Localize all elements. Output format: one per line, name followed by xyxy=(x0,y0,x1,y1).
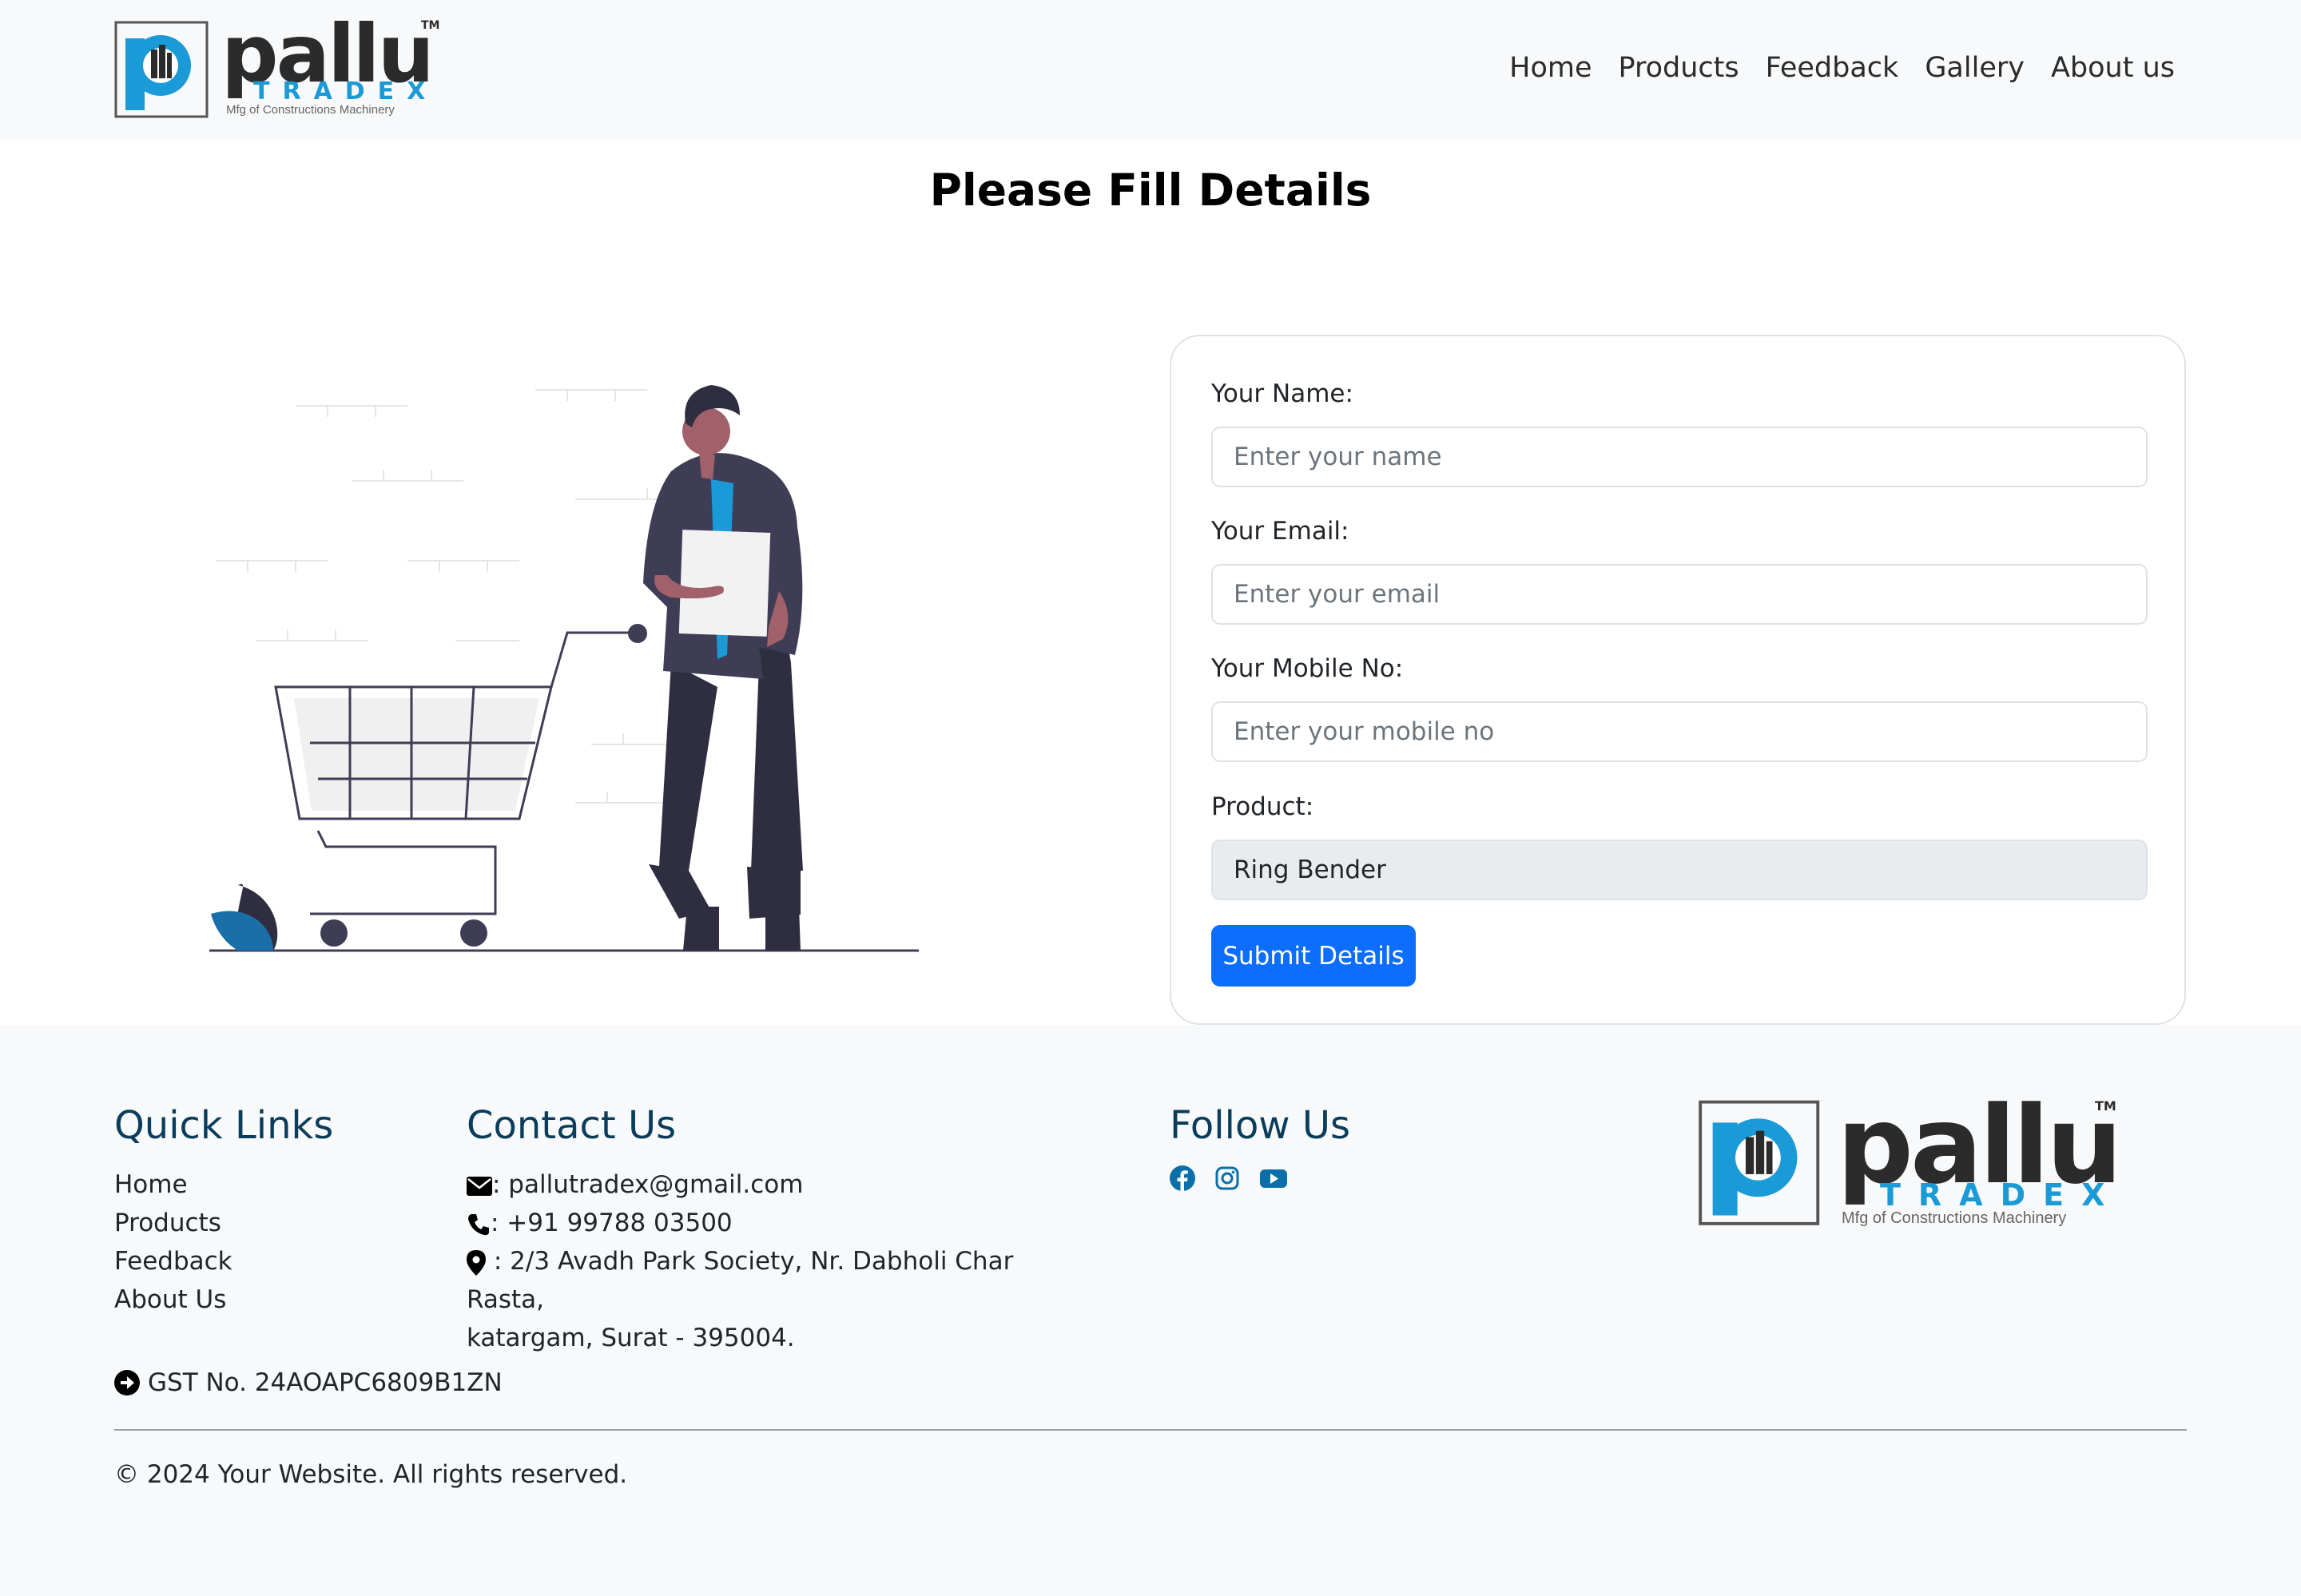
quick-links-heading: Quick Links xyxy=(114,1103,334,1148)
quick-link-products[interactable]: Products xyxy=(114,1209,221,1237)
shopping-illustration xyxy=(209,385,919,952)
product-field[interactable]: Ring Bender xyxy=(1211,840,2148,901)
contact-heading: Contact Us xyxy=(467,1103,677,1148)
contact-phone[interactable]: : +91 99788 03500 xyxy=(491,1209,733,1237)
navbar: pallu TM TRADEX Mfg of Constructions Mac… xyxy=(0,0,2301,141)
name-group: Your Name: xyxy=(1211,379,2148,488)
quick-links-list: Home Products Feedback About Us xyxy=(114,1165,232,1319)
mobile-input[interactable] xyxy=(1211,701,2148,763)
name-label: Your Name: xyxy=(1211,379,1353,408)
copyright: © 2024 Your Website. All rights reserved… xyxy=(114,1460,628,1489)
email-group: Your Email: xyxy=(1211,517,2148,625)
footer: Quick Links Home Products Feedback About… xyxy=(0,1025,2301,1596)
mobile-group: Your Mobile No: xyxy=(1211,654,2148,763)
contact-block: : pallutradex@gmail.com : +91 99788 0350… xyxy=(467,1165,1074,1357)
quick-link-home[interactable]: Home xyxy=(114,1170,188,1199)
envelope-icon xyxy=(467,1176,492,1196)
gst-line: GST No. 24AOAPC6809B1ZN xyxy=(114,1368,503,1397)
gst-number: GST No. 24AOAPC6809B1ZN xyxy=(148,1368,503,1397)
brand-tm: TM xyxy=(421,19,440,32)
quick-link-item: Products xyxy=(114,1204,232,1242)
quick-link-item: Feedback xyxy=(114,1242,232,1280)
submit-details-button[interactable]: Submit Details xyxy=(1211,925,1416,987)
phone-icon xyxy=(468,1213,489,1235)
youtube-icon[interactable] xyxy=(1259,1165,1288,1191)
brand-tradex: TRADEX xyxy=(253,77,439,105)
brand-logo[interactable]: pallu TM TRADEX Mfg of Constructions Mac… xyxy=(114,14,442,121)
brand-tagline: Mfg of Constructions Machinery xyxy=(226,103,395,117)
footer-brand-tm: TM xyxy=(2095,1098,2116,1114)
page-title: Please Fill Details xyxy=(929,165,1372,216)
footer-logo-mark-icon xyxy=(1699,1100,1820,1225)
quick-link-item: About Us xyxy=(114,1280,232,1319)
contact-address-2: katargam, Surat - 395004. xyxy=(467,1324,795,1352)
facebook-icon[interactable] xyxy=(1170,1165,1195,1191)
footer-brand-tradex: TRADEX xyxy=(1880,1177,2123,1213)
instagram-icon[interactable] xyxy=(1214,1165,1240,1191)
logo-mark-icon xyxy=(114,21,209,118)
nav-links: Home Products Feedback Gallery About us xyxy=(1509,51,2175,85)
quick-link-about[interactable]: About Us xyxy=(114,1285,226,1314)
quick-link-feedback[interactable]: Feedback xyxy=(114,1247,232,1276)
contact-phone-line: : +91 99788 03500 xyxy=(467,1204,1074,1242)
contact-address-line: : 2/3 Avadh Park Society, Nr. Dabholi Ch… xyxy=(467,1242,1074,1319)
footer-divider xyxy=(114,1429,2187,1431)
nav-home[interactable]: Home xyxy=(1509,51,1592,85)
product-label: Product: xyxy=(1211,792,1314,821)
email-label: Your Email: xyxy=(1211,517,1349,546)
name-input[interactable] xyxy=(1211,427,2148,488)
quick-link-item: Home xyxy=(114,1165,232,1204)
details-form: Your Name: Your Email: Your Mobile No: P… xyxy=(1170,335,2186,1025)
product-group: Product: Ring Bender xyxy=(1211,792,2148,901)
follow-heading: Follow Us xyxy=(1170,1103,1350,1148)
arrow-circle-right-icon xyxy=(114,1370,140,1396)
footer-brand-logo: pallu TM TRADEX Mfg of Constructions Mac… xyxy=(1696,1092,2123,1239)
nav-gallery[interactable]: Gallery xyxy=(1925,51,2025,85)
map-marker-icon xyxy=(467,1249,486,1276)
nav-feedback[interactable]: Feedback xyxy=(1766,51,1899,85)
social-links xyxy=(1170,1165,1288,1191)
email-input[interactable] xyxy=(1211,564,2148,625)
contact-email[interactable]: : pallutradex@gmail.com xyxy=(492,1170,803,1199)
contact-address-1: : 2/3 Avadh Park Society, Nr. Dabholi Ch… xyxy=(467,1247,1014,1314)
footer-brand-tagline: Mfg of Constructions Machinery xyxy=(1842,1209,2067,1227)
mobile-label: Your Mobile No: xyxy=(1211,654,1404,683)
nav-products[interactable]: Products xyxy=(1618,51,1739,85)
nav-about[interactable]: About us xyxy=(2051,51,2175,85)
contact-email-line: : pallutradex@gmail.com xyxy=(467,1165,1074,1204)
